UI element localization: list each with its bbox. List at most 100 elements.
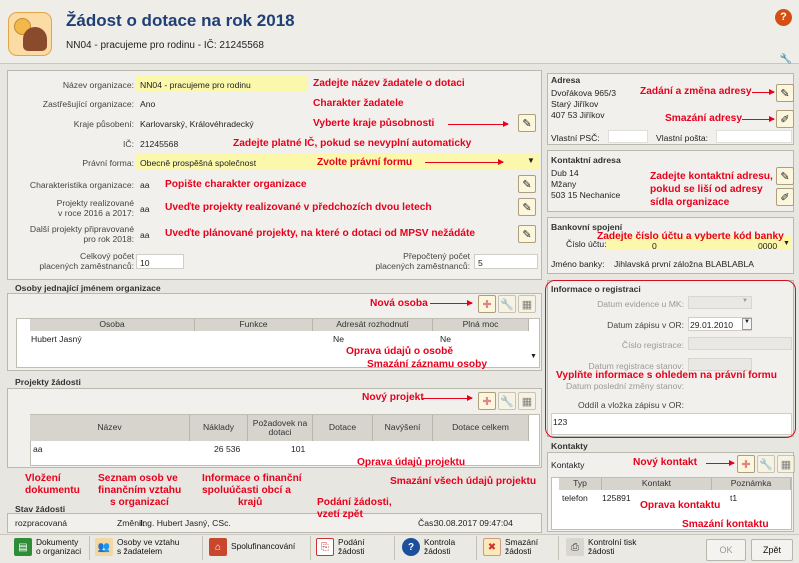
- cofinancing-button[interactable]: ⌂ Spolufinancování: [209, 538, 295, 556]
- printer-icon: ⎙: [566, 538, 584, 557]
- projects-done-edit-icon[interactable]: ✎: [518, 198, 536, 216]
- address-line-1: Dvořákova 965/3: [551, 88, 616, 98]
- contacts-col-note[interactable]: Poznámka: [712, 478, 791, 490]
- toolbar-separator: [202, 536, 203, 560]
- contacts-new-arrow: [706, 460, 735, 466]
- person-add-icon[interactable]: ✚: [478, 295, 496, 313]
- projects-col-cost[interactable]: Náklady: [190, 415, 248, 441]
- projects-col-request[interactable]: Požadovek na dotaci: [248, 415, 313, 441]
- submit-annotation-2: vzetí zpět: [317, 509, 363, 520]
- project-delete-icon[interactable]: ▦: [518, 392, 536, 410]
- table-row[interactable]: [30, 442, 529, 453]
- project-cost-cell: 26 536: [214, 444, 241, 454]
- docs-annotation-2: dokumentu: [25, 485, 80, 496]
- projects-col-name[interactable]: Název: [30, 415, 190, 441]
- contact-add-icon[interactable]: ✚: [737, 455, 755, 473]
- contact-address-annotation-3: sídla organizace: [650, 197, 730, 208]
- projects-col-grant[interactable]: Dotace: [313, 415, 373, 441]
- contact-edit-icon[interactable]: 🔧: [757, 455, 775, 473]
- contact-delete-icon[interactable]: ▦: [777, 455, 795, 473]
- persons-col-adresat[interactable]: Adresát rozhodnutí: [313, 319, 433, 331]
- mk-calendar-icon[interactable]: ▼: [742, 298, 748, 304]
- ok-button[interactable]: OK: [706, 539, 746, 561]
- address-delete-icon[interactable]: ✐: [776, 110, 794, 128]
- legal-form-label: Právní forma:: [82, 158, 134, 168]
- documents-label-2: o organizaci: [36, 546, 82, 557]
- region-edit-icon[interactable]: ✎: [518, 114, 536, 132]
- project-edit-icon[interactable]: 🔧: [498, 392, 516, 410]
- submit-label-2: žádosti: [338, 546, 365, 557]
- bank-name-label: Jméno banky:: [551, 259, 605, 269]
- table-row[interactable]: [30, 332, 529, 343]
- umbrella-value[interactable]: Ano: [140, 99, 155, 109]
- settings-icon[interactable]: 🔧: [780, 54, 792, 65]
- persons-annotation-1: Seznam osob ve: [98, 473, 178, 484]
- projects-next-value[interactable]: aa: [140, 230, 150, 240]
- toolbar-separator: [89, 536, 90, 560]
- or-date-label: Datum zápisu v OR:: [607, 320, 684, 330]
- dropdown-icon[interactable]: ▼: [527, 156, 535, 165]
- employees-label-1: Celkový počet: [80, 251, 134, 261]
- project-add-icon[interactable]: ✚: [478, 392, 496, 410]
- building-icon: ⌂: [209, 538, 227, 556]
- contact-address-edit-icon[interactable]: ✎: [776, 167, 794, 185]
- bank-code-dropdown-icon[interactable]: ▼: [783, 240, 790, 247]
- delete-icon: ✖: [483, 538, 501, 557]
- people-icon: 👥: [95, 538, 113, 557]
- status-value: rozpracovaná: [15, 518, 68, 528]
- scroll-down-icon[interactable]: ▼: [530, 353, 537, 360]
- project-name-cell: aa: [33, 444, 43, 454]
- org-name-value: NN04 - pracujeme pro rodinu: [140, 80, 251, 90]
- contact-address-delete-icon[interactable]: ✐: [776, 188, 794, 206]
- projects-done-value[interactable]: aa: [140, 204, 150, 214]
- oddil-field[interactable]: [551, 413, 792, 435]
- bank-name-value: Jihlavská první záložna BLABLABLA: [614, 259, 754, 269]
- address-add-arrow: [752, 89, 775, 95]
- projects-next-edit-icon[interactable]: ✎: [518, 225, 536, 243]
- related-persons-button[interactable]: 👥 Osoby ve vztahu s žadatelem: [95, 537, 179, 557]
- back-button[interactable]: Zpět: [751, 539, 793, 561]
- print-button[interactable]: ⎙ Kontrolní tisk žádosti: [566, 537, 636, 557]
- toolbar-separator: [310, 536, 311, 560]
- contacts-col-contact[interactable]: Kontakt: [602, 478, 712, 490]
- address-line-2: Starý Jiříkov: [551, 99, 599, 109]
- submit-button[interactable]: ⎘ Podání žádosti: [316, 537, 365, 557]
- umbrella-label: Zastřešující organizace:: [42, 99, 134, 109]
- fte-field[interactable]: [474, 254, 538, 269]
- registration-annotation: Vyplňte informace s ohledem na právní fo…: [556, 370, 777, 381]
- characteristic-edit-icon[interactable]: ✎: [518, 175, 536, 193]
- calendar-icon[interactable]: ▼: [742, 318, 752, 330]
- delete-application-button[interactable]: ✖ Smazání žádosti: [483, 537, 538, 557]
- person-delete-icon[interactable]: ▦: [518, 295, 536, 313]
- check-button[interactable]: ? Kontrola žádosti: [402, 537, 455, 557]
- ic-value[interactable]: 21245568: [140, 139, 178, 149]
- projects-done-label-1: Projekty realizované: [56, 198, 134, 208]
- persons-col-plna-moc[interactable]: Plná moc: [433, 319, 529, 331]
- contacts-title: Kontakty: [551, 441, 588, 451]
- person-plna-moc-cell: Ne: [440, 334, 451, 344]
- check-label-2: žádosti: [424, 546, 451, 557]
- address-edit-icon[interactable]: ✎: [776, 84, 794, 102]
- person-name-cell: Hubert Jasný: [31, 334, 82, 344]
- person-edit-icon[interactable]: 🔧: [498, 295, 516, 313]
- post-label: Vlastní pošta:: [656, 133, 709, 143]
- persons-col-funkce[interactable]: Funkce: [195, 319, 313, 331]
- reg-number-field[interactable]: [688, 337, 792, 350]
- question-icon: ?: [402, 538, 420, 557]
- app-icon: [8, 12, 52, 56]
- cofin-annotation-3: krajů: [238, 497, 263, 508]
- projects-next-annotation: Uveďte plánované projekty, na které o do…: [165, 228, 476, 239]
- characteristic-value[interactable]: aa: [140, 180, 150, 190]
- psc-field[interactable]: [608, 130, 648, 143]
- persons-col-osoba[interactable]: Osoba: [30, 319, 195, 331]
- projects-col-increase[interactable]: Navýšení: [373, 415, 433, 441]
- toolbar-separator: [558, 536, 559, 560]
- address-title: Adresa: [551, 75, 581, 85]
- documents-button[interactable]: ▤ Dokumenty o organizaci: [14, 537, 82, 557]
- post-field[interactable]: [716, 130, 792, 143]
- contacts-col-type[interactable]: Typ: [559, 478, 602, 490]
- help-icon[interactable]: ?: [775, 9, 792, 26]
- contact-address-annotation-1: Zadejte kontaktní adresu,: [650, 171, 773, 182]
- contact-type-cell: telefon: [562, 493, 588, 503]
- projects-col-total[interactable]: Dotace celkem: [433, 415, 529, 441]
